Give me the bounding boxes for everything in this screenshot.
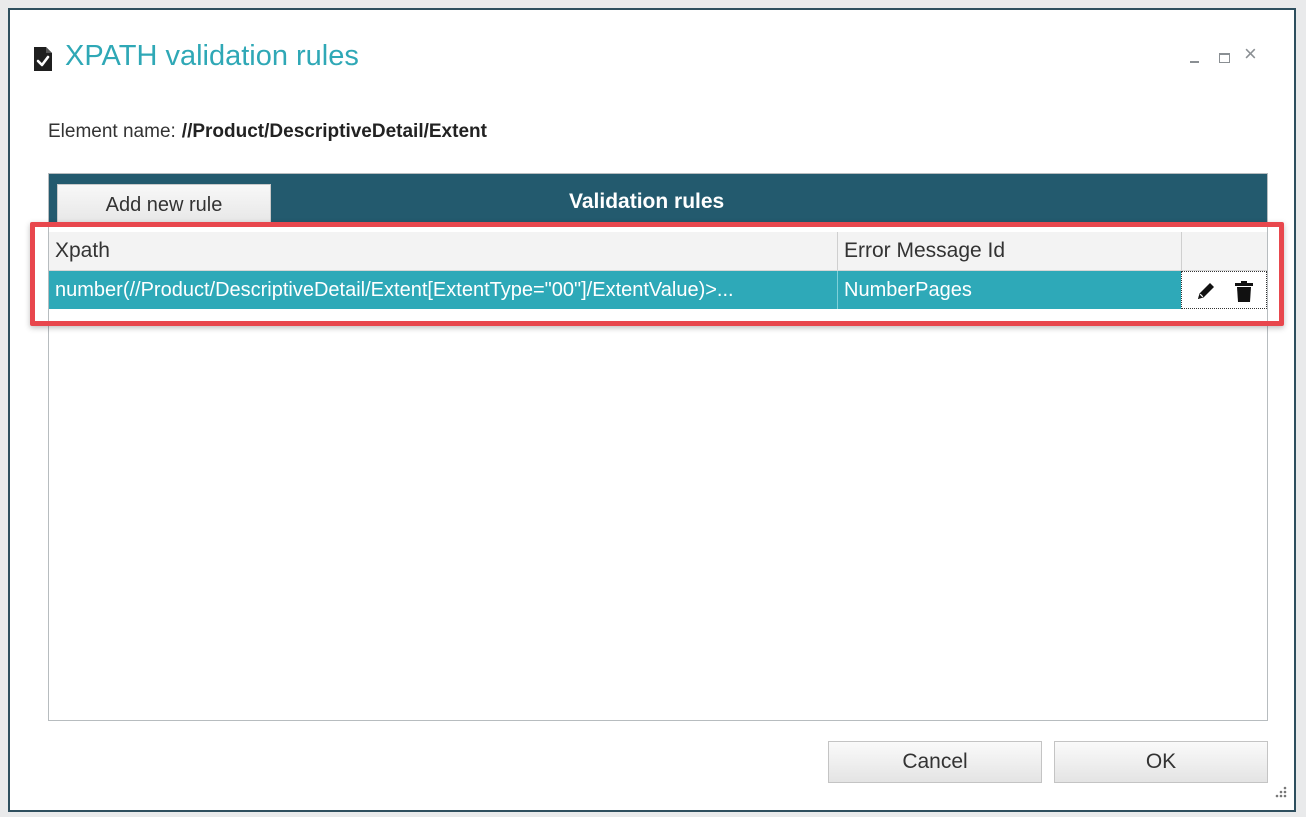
- trash-icon[interactable]: [1232, 279, 1256, 303]
- cancel-button[interactable]: Cancel: [828, 741, 1042, 783]
- element-name-value: //Product/DescriptiveDetail/Extent: [181, 121, 487, 142]
- element-name-row: Element name://Product/DescriptiveDetail…: [48, 121, 487, 143]
- element-name-label: Element name:: [48, 121, 176, 142]
- cell-error-message-id[interactable]: NumberPages: [837, 271, 1181, 309]
- column-header-actions: [1181, 232, 1267, 270]
- dialog-window: XPATH validation rules × Element name://…: [8, 8, 1296, 812]
- close-button[interactable]: ×: [1244, 43, 1257, 65]
- minimize-button[interactable]: [1188, 48, 1202, 68]
- add-new-rule-button[interactable]: Add new rule: [57, 184, 271, 226]
- rules-table: Xpath Error Message Id number(//Product/…: [49, 232, 1267, 309]
- validation-rules-panel: Add new rule Validation rules Xpath Erro…: [48, 173, 1268, 721]
- table-header: Xpath Error Message Id: [49, 232, 1267, 271]
- panel-header: Add new rule Validation rules: [49, 174, 1267, 226]
- table-row[interactable]: number(//Product/DescriptiveDetail/Exten…: [49, 271, 1267, 309]
- cell-xpath[interactable]: number(//Product/DescriptiveDetail/Exten…: [49, 271, 837, 309]
- maximize-button[interactable]: [1218, 48, 1232, 68]
- document-check-icon: [34, 47, 52, 71]
- column-header-xpath[interactable]: Xpath: [49, 232, 837, 270]
- dialog-title: XPATH validation rules: [65, 40, 359, 72]
- ok-button[interactable]: OK: [1054, 741, 1268, 783]
- column-header-error-message-id[interactable]: Error Message Id: [837, 232, 1181, 270]
- edit-pencil-icon[interactable]: [1194, 279, 1218, 303]
- panel-title: Validation rules: [569, 190, 725, 213]
- cell-actions: [1181, 271, 1267, 309]
- resize-grip-icon[interactable]: [1272, 784, 1288, 800]
